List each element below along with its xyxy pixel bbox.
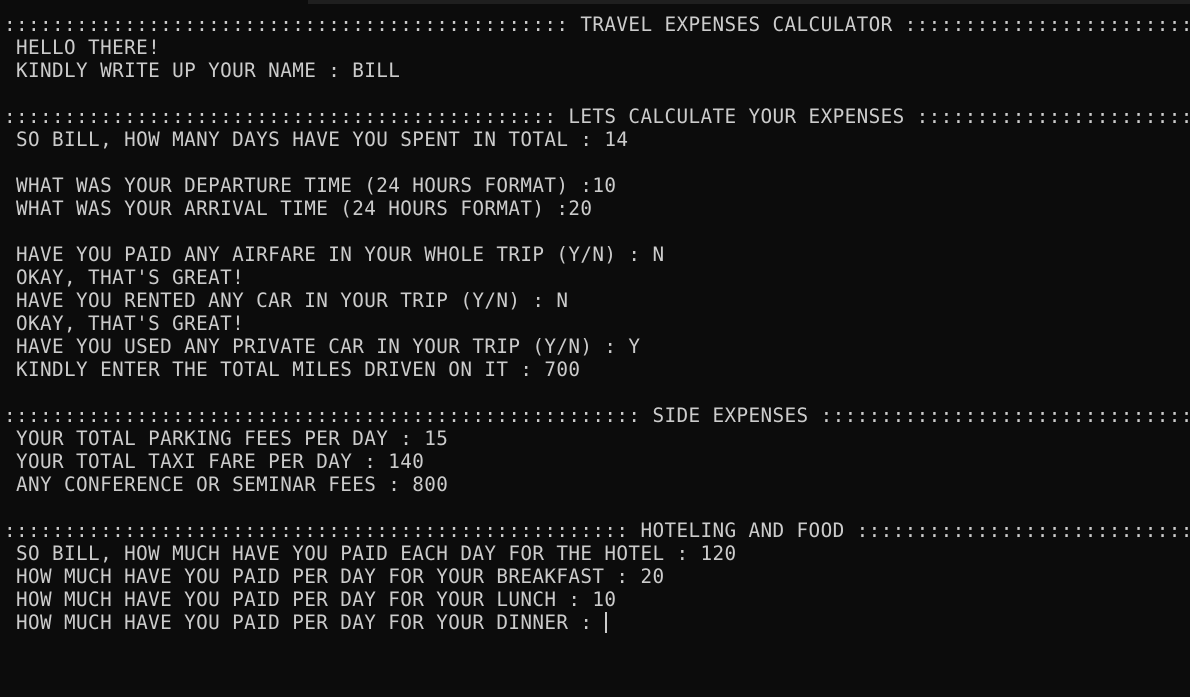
lunch-cost-line: HOW MUCH HAVE YOU PAID PER DAY FOR YOUR … <box>4 588 617 611</box>
car-rental-response-line: OKAY, THAT'S GREAT! <box>4 312 245 335</box>
name-prompt-line: KINDLY WRITE UP YOUR NAME : BILL <box>4 59 401 82</box>
parking-fees-line: YOUR TOTAL PARKING FEES PER DAY : 15 <box>4 427 449 450</box>
breakfast-cost-line: HOW MUCH HAVE YOU PAID PER DAY FOR YOUR … <box>4 565 665 588</box>
banner-travel-expenses-calculator: ::::::::::::::::::::::::::::::::::::::::… <box>4 13 1190 36</box>
departure-time-line: WHAT WAS YOUR DEPARTURE TIME (24 HOURS F… <box>4 174 617 197</box>
tab-strip <box>0 0 1190 4</box>
arrival-time-line: WHAT WAS YOUR ARRIVAL TIME (24 HOURS FOR… <box>4 197 593 220</box>
taxi-fare-line: YOUR TOTAL TAXI FARE PER DAY : 140 <box>4 450 425 473</box>
console-output[interactable]: ::::::::::::::::::::::::::::::::::::::::… <box>4 13 1190 697</box>
private-car-question-line: HAVE YOU USED ANY PRIVATE CAR IN YOUR TR… <box>4 335 641 358</box>
greeting-line: HELLO THERE! <box>4 36 161 59</box>
banner-side-expenses: ::::::::::::::::::::::::::::::::::::::::… <box>4 404 1190 427</box>
miles-driven-line: KINDLY ENTER THE TOTAL MILES DRIVEN ON I… <box>4 358 581 381</box>
days-spent-line: SO BILL, HOW MANY DAYS HAVE YOU SPENT IN… <box>4 128 629 151</box>
conference-fees-line: ANY CONFERENCE OR SEMINAR FEES : 800 <box>4 473 449 496</box>
airfare-question-line: HAVE YOU PAID ANY AIRFARE IN YOUR WHOLE … <box>4 243 665 266</box>
banner-lets-calculate: ::::::::::::::::::::::::::::::::::::::::… <box>4 105 1190 128</box>
dinner-prompt-line[interactable]: HOW MUCH HAVE YOU PAID PER DAY FOR YOUR … <box>4 611 1190 634</box>
airfare-response-line: OKAY, THAT'S GREAT! <box>4 266 245 289</box>
hotel-cost-line: SO BILL, HOW MUCH HAVE YOU PAID EACH DAY… <box>4 542 737 565</box>
active-tab[interactable] <box>0 0 308 4</box>
banner-hoteling-and-food: ::::::::::::::::::::::::::::::::::::::::… <box>4 519 1190 542</box>
text-cursor <box>605 612 608 633</box>
car-rental-question-line: HAVE YOU RENTED ANY CAR IN YOUR TRIP (Y/… <box>4 289 569 312</box>
dinner-prompt-text: HOW MUCH HAVE YOU PAID PER DAY FOR YOUR … <box>4 611 605 634</box>
